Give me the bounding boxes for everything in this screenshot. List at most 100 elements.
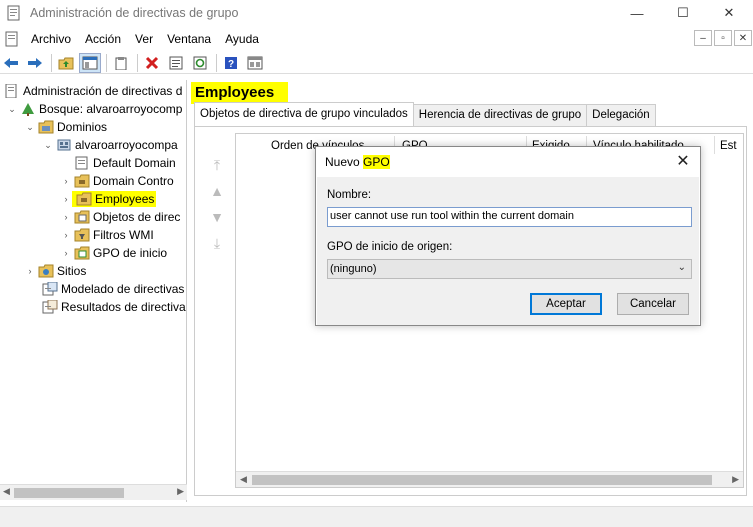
tree-label-domain: alvaroarroyocompa bbox=[75, 138, 178, 152]
close-button[interactable]: ✕ bbox=[706, 0, 752, 26]
gpo-name-input[interactable]: user cannot use run tool within the curr… bbox=[327, 207, 692, 227]
tree-label-sites: Sitios bbox=[57, 264, 87, 278]
menu-bar: Archivo Acción Ver Ventana Ayuda bbox=[0, 28, 753, 50]
toolbar-separator bbox=[106, 53, 107, 72]
tree-node-domain-controllers[interactable]: › Domain Contro bbox=[60, 172, 174, 190]
table-horizontal-scrollbar[interactable]: ◀ ▶ bbox=[236, 471, 743, 487]
chevron-right-icon[interactable]: › bbox=[60, 212, 72, 222]
tree-node-domains[interactable]: ⌄ Dominios bbox=[24, 118, 107, 136]
tree-label-starter-gpos: GPO de inicio bbox=[93, 246, 168, 260]
modeling-icon bbox=[42, 282, 58, 296]
scroll-left-icon[interactable]: ◀ bbox=[3, 486, 10, 497]
console-menu-icon[interactable] bbox=[4, 31, 20, 47]
minimize-button[interactable]: — bbox=[614, 0, 660, 26]
gpmc-root-icon bbox=[5, 84, 17, 98]
tree-label-gpo-objects: Objetos de direc bbox=[93, 210, 181, 224]
toolbar-separator bbox=[216, 53, 217, 72]
tree-node-gpo-objects[interactable]: › Objetos de direc bbox=[60, 208, 181, 226]
tree-node-employees[interactable]: › Employees bbox=[60, 190, 157, 208]
domains-folder-icon bbox=[38, 120, 54, 134]
source-starter-gpo-select[interactable]: (ninguno) ⌄ bbox=[327, 259, 692, 279]
new-gpo-dialog: Nuevo GPO ✕ Nombre: user cannot use run … bbox=[315, 146, 701, 326]
forward-icon[interactable] bbox=[24, 53, 46, 73]
source-starter-gpo-value: (ninguno) bbox=[330, 263, 377, 275]
maximize-button[interactable]: ☐ bbox=[660, 0, 706, 26]
mdi-minimize-button[interactable]: – bbox=[694, 30, 712, 46]
refresh-icon[interactable] bbox=[189, 53, 211, 73]
tab-delegation[interactable]: Delegación bbox=[586, 104, 656, 126]
dialog-body: Nombre: user cannot use run tool within … bbox=[317, 177, 699, 325]
tree-node-sites[interactable]: › Sitios bbox=[24, 262, 87, 280]
tree-highlight-employees: Employees bbox=[72, 191, 157, 207]
console-icon[interactable] bbox=[244, 53, 266, 73]
cancel-button[interactable]: Cancelar bbox=[617, 293, 689, 315]
tree-node-domain[interactable]: ⌄ alvaroarroyocompa bbox=[42, 136, 178, 154]
gpo-link-icon bbox=[75, 156, 88, 170]
tree-node-starter-gpos[interactable]: › GPO de inicio bbox=[60, 244, 168, 262]
help-icon[interactable]: ? bbox=[220, 53, 242, 73]
toolbar-separator bbox=[137, 53, 138, 72]
clipboard-icon[interactable] bbox=[110, 53, 132, 73]
dialog-title: Nuevo GPO bbox=[325, 155, 390, 169]
tree-node-default-domain[interactable]: Default Domain bbox=[72, 154, 176, 172]
chevron-right-icon[interactable]: › bbox=[60, 248, 72, 258]
tree-label-default-domain: Default Domain bbox=[93, 156, 176, 170]
menu-ver[interactable]: Ver bbox=[128, 32, 160, 46]
mdi-controls: – ▫ ✕ bbox=[692, 30, 752, 46]
move-to-top-icon[interactable]: ⤒ bbox=[205, 157, 229, 183]
up-folder-icon[interactable] bbox=[55, 53, 77, 73]
ou-folder-icon bbox=[76, 192, 92, 206]
tree-node-results[interactable]: Resultados de directiva bbox=[40, 298, 186, 316]
properties-icon[interactable] bbox=[165, 53, 187, 73]
move-to-bottom-icon[interactable]: ⤓ bbox=[205, 235, 229, 261]
tree-node-wmi-filters[interactable]: › Filtros WMI bbox=[60, 226, 154, 244]
menu-archivo[interactable]: Archivo bbox=[24, 32, 78, 46]
toolbar-separator bbox=[51, 53, 52, 72]
window-title: Administración de directivas de grupo bbox=[30, 6, 239, 20]
chevron-right-icon[interactable]: › bbox=[60, 176, 72, 186]
chevron-down-icon: ⌄ bbox=[677, 262, 686, 273]
scroll-right-icon[interactable]: ▶ bbox=[177, 486, 184, 497]
menu-accion[interactable]: Acción bbox=[78, 32, 128, 46]
link-order-controls: ⤒ ▲ ▼ ⤓ bbox=[205, 157, 229, 261]
move-up-icon[interactable]: ▲ bbox=[205, 183, 229, 209]
tree-node-root[interactable]: Administración de directivas d bbox=[2, 82, 182, 100]
toolbar: ? bbox=[0, 52, 753, 74]
menu-ayuda[interactable]: Ayuda bbox=[218, 32, 266, 46]
ou-folder-icon bbox=[74, 174, 90, 188]
table-scroll-thumb[interactable] bbox=[252, 475, 712, 485]
tree-node-modeling[interactable]: Modelado de directivas bbox=[40, 280, 184, 298]
chevron-right-icon[interactable]: › bbox=[24, 266, 36, 276]
sites-icon bbox=[38, 264, 54, 278]
tree-node-forest[interactable]: ⌄ Bosque: alvaroarroyocomp bbox=[6, 100, 182, 118]
results-icon bbox=[42, 300, 58, 314]
chevron-down-icon[interactable]: ⌄ bbox=[6, 104, 18, 115]
tab-inheritance[interactable]: Herencia de directivas de grupo bbox=[412, 104, 588, 126]
svg-text:?: ? bbox=[228, 59, 234, 70]
chevron-down-icon[interactable]: ⌄ bbox=[24, 122, 36, 133]
column-status[interactable]: Est bbox=[720, 140, 737, 152]
menu-ventana[interactable]: Ventana bbox=[160, 32, 218, 46]
accept-button[interactable]: Aceptar bbox=[530, 293, 602, 315]
tab-linked-gpos[interactable]: Objetos de directiva de grupo vinculados bbox=[194, 102, 414, 126]
tree-label-forest: Bosque: alvaroarroyocomp bbox=[39, 102, 183, 116]
back-icon[interactable] bbox=[0, 53, 22, 73]
chevron-down-icon[interactable]: ⌄ bbox=[42, 140, 54, 151]
scroll-right-icon[interactable]: ▶ bbox=[732, 474, 739, 485]
scroll-left-icon[interactable]: ◀ bbox=[240, 474, 247, 485]
tree-scroll-thumb[interactable] bbox=[14, 488, 124, 498]
dialog-title-prefix: Nuevo bbox=[325, 155, 364, 169]
forest-icon bbox=[22, 103, 34, 116]
dialog-close-button[interactable]: ✕ bbox=[672, 151, 694, 171]
move-down-icon[interactable]: ▼ bbox=[205, 209, 229, 235]
chevron-right-icon[interactable]: › bbox=[60, 230, 72, 240]
domain-icon bbox=[57, 139, 71, 151]
mdi-close-button[interactable]: ✕ bbox=[734, 30, 752, 46]
show-hide-tree-icon[interactable] bbox=[79, 52, 101, 73]
wmi-folder-icon bbox=[74, 228, 90, 242]
name-label: Nombre: bbox=[327, 189, 372, 201]
mdi-restore-button[interactable]: ▫ bbox=[714, 30, 732, 46]
delete-icon[interactable] bbox=[141, 53, 163, 73]
tree-horizontal-scrollbar[interactable]: ◀ ▶ bbox=[0, 484, 187, 500]
chevron-right-icon[interactable]: › bbox=[60, 194, 72, 204]
